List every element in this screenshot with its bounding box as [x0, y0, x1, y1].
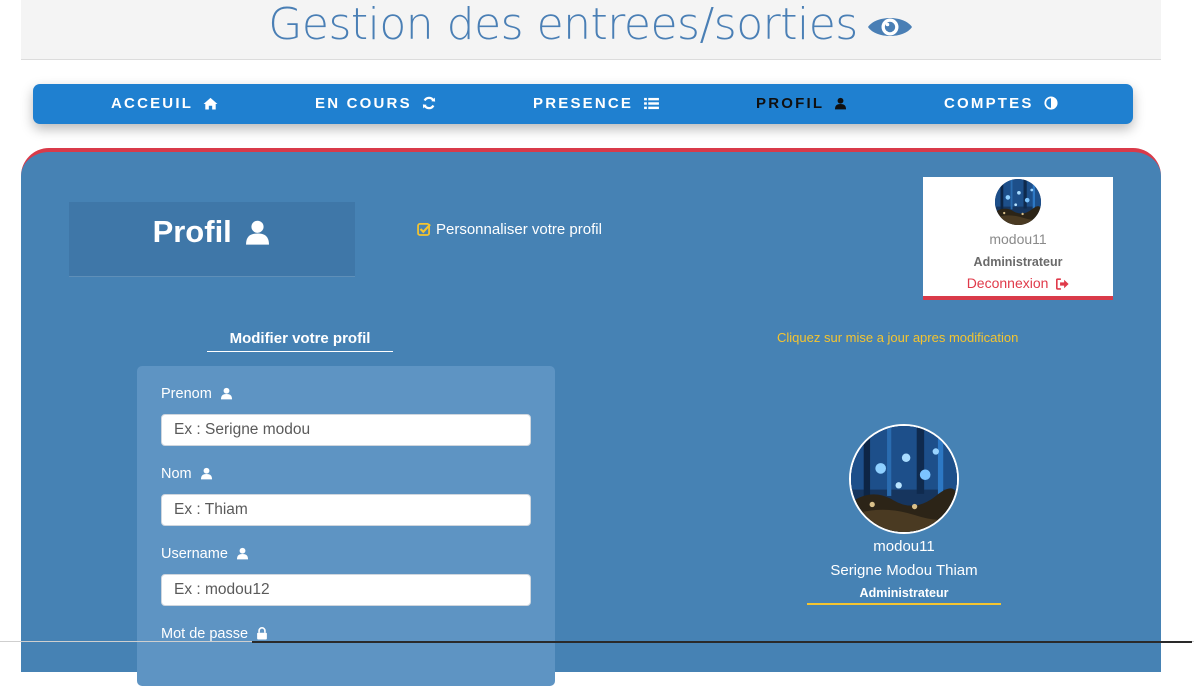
card-username: modou11	[989, 231, 1047, 247]
personalize-toggle[interactable]: Personnaliser votre profil	[417, 221, 602, 238]
eye-icon	[866, 4, 914, 54]
nav-item-acceuil[interactable]: ACCEUIL	[111, 84, 218, 124]
adjust-icon	[1040, 95, 1058, 112]
field-label-text: Prenom	[161, 386, 212, 402]
form-heading: Modifier votre profil	[207, 330, 393, 352]
nav-item-en-cours[interactable]: EN COURS	[315, 84, 436, 124]
profile-fullname: Serigne Modou Thiam	[830, 562, 978, 579]
nom-label: Nom	[161, 466, 213, 482]
list-icon	[640, 95, 659, 112]
page-title: Profil	[69, 212, 355, 252]
user-icon	[830, 95, 847, 112]
sign-out-icon	[1052, 275, 1069, 291]
nav-item-label: ACCEUIL	[111, 95, 193, 112]
main-navbar: ACCEUIL EN COURS PRESENCE PROFIL COMPTES	[33, 84, 1133, 124]
nav-item-label: PROFIL	[756, 95, 824, 112]
prenom-label: Prenom	[161, 386, 233, 402]
app-title: Gestion des entrees/sorties	[0, 0, 1182, 54]
logout-label: Deconnexion	[966, 275, 1049, 291]
field-label-text: Nom	[161, 466, 192, 482]
field-label-text: Username	[161, 546, 228, 562]
nav-item-label: EN COURS	[315, 95, 412, 112]
home-icon	[199, 95, 218, 112]
refresh-icon	[418, 95, 436, 112]
user-icon	[240, 214, 271, 249]
horizontal-scrollbar-thumb[interactable]	[252, 641, 1192, 643]
profile-form: Prenom Nom Username Mot de passe	[137, 366, 555, 686]
user-icon	[196, 466, 213, 482]
nav-item-presence[interactable]: PRESENCE	[533, 84, 659, 124]
nav-item-comptes[interactable]: COMPTES	[944, 84, 1058, 124]
profile-header-box: Profil	[69, 202, 355, 277]
logout-link[interactable]: Deconnexion	[923, 275, 1113, 291]
prenom-input[interactable]	[161, 414, 531, 446]
field-label-text: Mot de passe	[161, 626, 249, 642]
card-role: Administrateur	[973, 255, 1063, 269]
page-title-text: Profil	[152, 214, 232, 249]
nav-item-profil[interactable]: PROFIL	[756, 84, 847, 124]
app-title-text: Gestion des entrees/sorties	[268, 0, 858, 50]
user-icon	[216, 386, 233, 402]
profile-role: Administrateur	[807, 586, 1001, 605]
lock-icon	[252, 626, 268, 642]
profile-username: modou11	[873, 538, 935, 555]
profile-panel: Profil Personnaliser votre profil modou1…	[21, 148, 1161, 686]
password-label: Mot de passe	[161, 626, 268, 642]
personalize-label: Personnaliser votre profil	[436, 221, 602, 238]
profile-avatar	[849, 424, 959, 534]
user-card: modou11 Administrateur Deconnexion	[923, 177, 1113, 300]
username-label: Username	[161, 546, 249, 562]
username-input[interactable]	[161, 574, 531, 606]
nav-item-label: PRESENCE	[533, 95, 634, 112]
user-icon	[232, 546, 249, 562]
checkbox-checked-icon	[417, 221, 436, 238]
avatar	[995, 179, 1041, 225]
update-hint: Cliquez sur mise a jour apres modificati…	[777, 330, 1019, 345]
nav-item-label: COMPTES	[944, 95, 1034, 112]
nom-input[interactable]	[161, 494, 531, 526]
